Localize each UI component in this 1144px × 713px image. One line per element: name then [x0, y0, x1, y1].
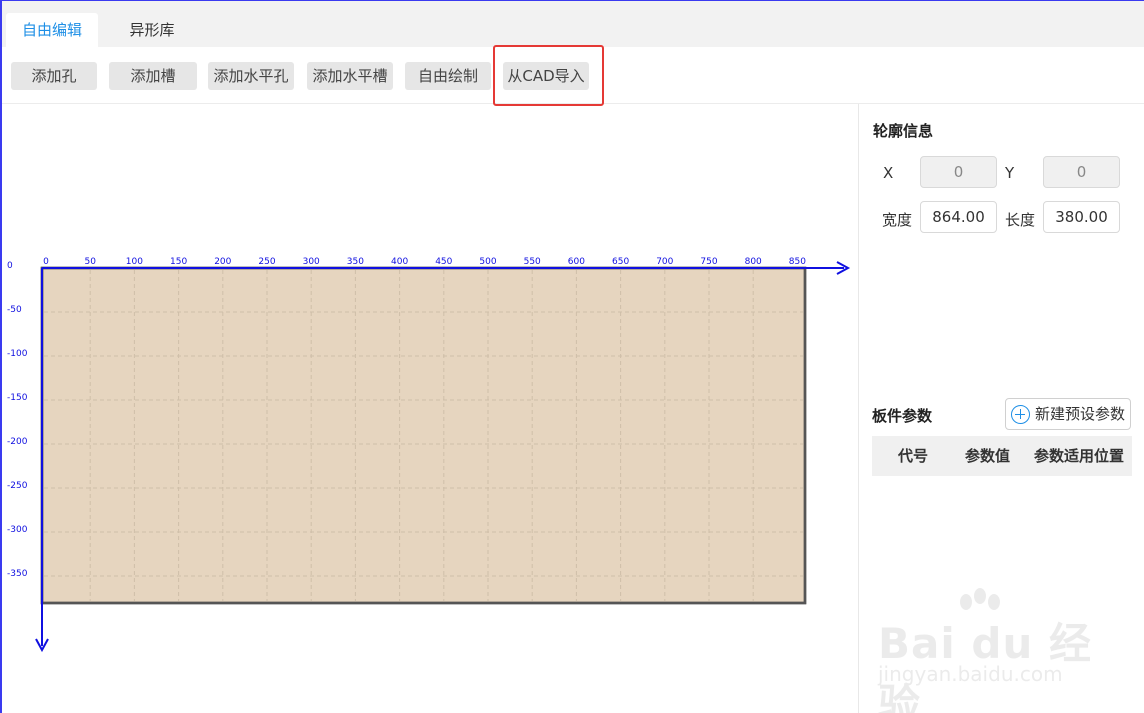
x-tick-label: 700 — [656, 257, 673, 267]
add-horizontal-slot-button[interactable]: 添加水平槽 — [307, 62, 393, 90]
y-tick-label: -350 — [7, 569, 28, 579]
x-tick-label: 250 — [258, 257, 275, 267]
x-tick-label: 750 — [700, 257, 717, 267]
x-axis-ticks: 0 50 100 150 200 250 300 350 400 450 500 550 600 650 7… — [43, 257, 806, 267]
x-tick-label: 600 — [568, 257, 585, 267]
highlight-box — [493, 45, 604, 106]
y-tick-label: 0 — [7, 261, 13, 271]
y-tick-label: -100 — [7, 349, 28, 359]
y-input[interactable]: 0 — [1043, 156, 1120, 188]
x-tick-label: 450 — [435, 257, 452, 267]
baidu-watermark: Bai du 经验 jingyan.baidu.com — [872, 588, 1112, 713]
column-position: 参数适用位置 — [1034, 447, 1125, 465]
new-preset-param-label: 新建预设参数 — [1035, 405, 1126, 423]
drawing-canvas[interactable]: 0 50 100 150 200 250 300 350 400 450 500 550 600 650 7… — [2, 104, 858, 713]
x-tick-label: 0 — [43, 257, 49, 267]
x-tick-label: 350 — [347, 257, 364, 267]
x-input[interactable]: 0 — [920, 156, 997, 188]
x-tick-label: 500 — [479, 257, 496, 267]
width-label: 宽度 — [882, 211, 913, 229]
y-axis-ticks: 0 -50 -100 -150 -200 -250 -300 -350 — [7, 261, 28, 579]
x-tick-label: 100 — [126, 257, 143, 267]
y-tick-label: -200 — [7, 437, 28, 447]
x-tick-label: 800 — [745, 257, 762, 267]
x-tick-label: 650 — [612, 257, 629, 267]
x-label: X — [883, 164, 894, 182]
tab-free-edit[interactable]: 自由编辑 — [6, 13, 98, 48]
watermark-sub: jingyan.baidu.com — [878, 662, 1063, 686]
column-value: 参数值 — [965, 447, 1011, 465]
tab-shape-library[interactable]: 异形库 — [112, 13, 192, 48]
column-code: 代号 — [898, 447, 929, 465]
length-input[interactable]: 380.00 — [1043, 201, 1120, 233]
canvas-svg: 0 50 100 150 200 250 300 350 400 450 500 550 600 650 7… — [7, 257, 851, 653]
x-tick-label: 50 — [84, 257, 96, 267]
x-tick-label: 200 — [214, 257, 231, 267]
y-label: Y — [1005, 164, 1015, 182]
board-params-title: 板件参数 — [872, 407, 933, 425]
x-tick-label: 550 — [524, 257, 541, 267]
x-tick-label: 400 — [391, 257, 408, 267]
width-input[interactable]: 864.00 — [920, 201, 997, 233]
add-horizontal-hole-button[interactable]: 添加水平孔 — [208, 62, 294, 90]
board-rect[interactable] — [40, 266, 807, 605]
y-tick-label: -150 — [7, 393, 28, 403]
y-tick-label: -300 — [7, 525, 28, 535]
free-draw-button[interactable]: 自由绘制 — [405, 62, 491, 90]
x-tick-label: 850 — [789, 257, 806, 267]
add-slot-button[interactable]: 添加槽 — [109, 62, 197, 90]
params-table-header: 代号 参数值 参数适用位置 — [872, 436, 1132, 476]
y-tick-label: -250 — [7, 481, 28, 491]
add-hole-button[interactable]: 添加孔 — [11, 62, 97, 90]
plus-circle-icon — [1011, 405, 1030, 424]
new-preset-param-button[interactable]: 新建预设参数 — [1005, 398, 1131, 430]
tab-bar: 自由编辑 异形库 — [2, 1, 1144, 48]
length-label: 长度 — [1005, 211, 1036, 229]
profile-info-title: 轮廓信息 — [873, 122, 934, 140]
x-tick-label: 300 — [303, 257, 320, 267]
x-tick-label: 150 — [170, 257, 187, 267]
y-tick-label: -50 — [7, 305, 22, 315]
